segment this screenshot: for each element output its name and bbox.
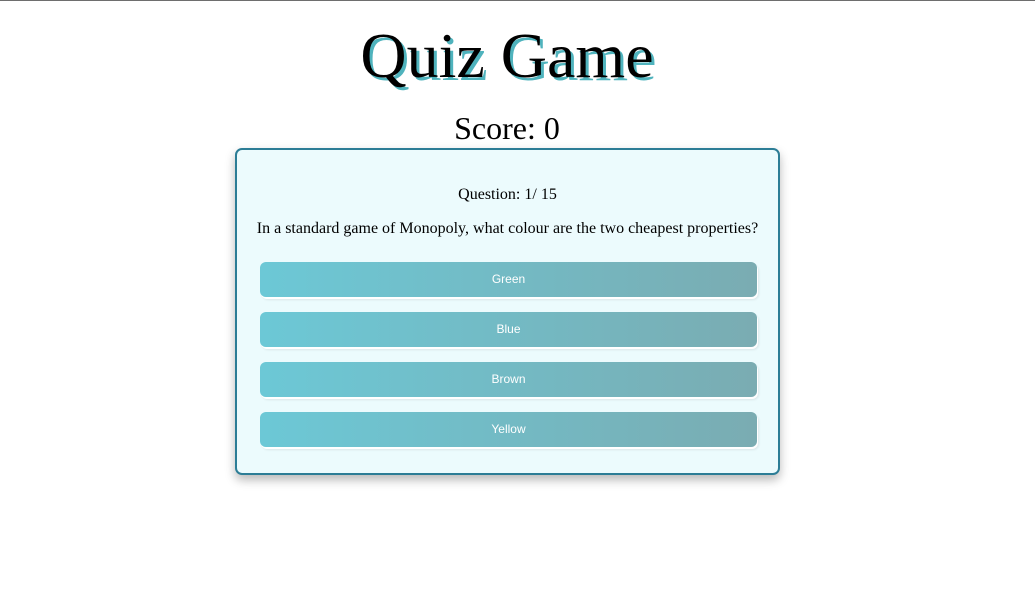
answer-list: Green Blue Brown Yellow xyxy=(260,262,757,462)
score-display: Score: 0 xyxy=(454,110,560,146)
question-number: Question: 1/ 15 xyxy=(458,186,557,203)
page-title: Quiz Game xyxy=(360,20,654,91)
answer-button-blue[interactable]: Blue xyxy=(260,312,757,347)
quiz-card: Question: 1/ 15 In a standard game of Mo… xyxy=(235,148,780,475)
answer-button-brown[interactable]: Brown xyxy=(260,362,757,397)
answer-button-yellow[interactable]: Yellow xyxy=(260,412,757,447)
top-divider xyxy=(0,0,1035,1)
answer-button-green[interactable]: Green xyxy=(260,262,757,297)
question-text: In a standard game of Monopoly, what col… xyxy=(256,220,759,237)
